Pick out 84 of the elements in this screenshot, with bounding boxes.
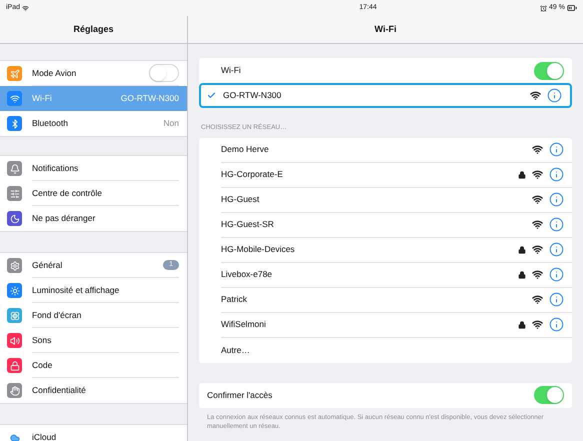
sidebar-item[interactable]: Centre de contrôle <box>0 181 187 206</box>
info-icon[interactable] <box>549 192 564 208</box>
sidebar-item[interactable]: Confidentialité <box>0 378 187 403</box>
toggle-switch[interactable] <box>149 64 179 82</box>
speaker-icon <box>7 333 22 348</box>
wifi-signal-icon <box>532 269 543 280</box>
wifi-signal-icon <box>532 169 543 180</box>
moon-icon <box>7 211 22 226</box>
network-name: HG-Guest-SR <box>221 218 275 232</box>
sidebar-label: Wi-Fi <box>32 92 53 105</box>
network-name: HG-Corporate-E <box>221 168 284 182</box>
network-name: HG-Mobile-Devices <box>221 243 296 256</box>
sidebar-item[interactable]: Fond d'écran <box>0 303 187 328</box>
sidebar-label: Notifications <box>32 162 80 174</box>
sidebar-item[interactable]: Bluetooth Non <box>0 111 187 136</box>
bluetooth-icon <box>7 116 22 131</box>
info-icon[interactable] <box>549 217 564 232</box>
network-name: Patrick <box>221 293 248 306</box>
info-icon[interactable] <box>549 292 564 308</box>
wifi-signal-icon <box>530 90 541 101</box>
wifi-signal-icon <box>532 319 543 330</box>
toggle-switch[interactable] <box>534 62 564 80</box>
wifi-signal-icon <box>532 194 543 206</box>
sidebar-label: Confidentialité <box>32 384 87 397</box>
wifi-signal-icon <box>532 294 543 306</box>
info-icon[interactable] <box>549 267 564 282</box>
wifi-signal-icon <box>532 144 543 156</box>
gear-icon <box>7 258 22 273</box>
sidebar-label: Code <box>32 358 54 372</box>
wifi-signal-icon <box>532 219 543 230</box>
flower-icon <box>7 308 22 323</box>
other-network-link[interactable]: Autre… <box>221 344 250 357</box>
info-icon[interactable] <box>547 88 562 103</box>
toggle-switch[interactable] <box>534 386 564 404</box>
checkmark-icon <box>207 91 216 100</box>
network-row[interactable]: HG-Corporate-E <box>221 162 572 188</box>
sun-icon <box>7 283 22 298</box>
network-name: HG-Guest <box>221 193 260 206</box>
sidebar-item[interactable]: Notifications <box>0 156 187 181</box>
network-name: Livebox-e78e <box>221 268 274 282</box>
sidebar-item[interactable]: iCloud <box>0 425 187 441</box>
network-row[interactable]: Demo Herve <box>221 138 572 163</box>
network-row[interactable]: HG-Guest-SR <box>221 212 572 238</box>
alarm-icon <box>540 4 548 12</box>
notifications-icon <box>7 161 22 176</box>
hand-icon <box>7 383 22 398</box>
info-icon[interactable] <box>549 142 564 158</box>
network-row[interactable]: Patrick <box>221 288 572 313</box>
sidebar-item[interactable]: Code <box>0 353 187 378</box>
wifi-label: Wi-Fi <box>221 64 242 77</box>
network-name: GO-RTW-N300 <box>223 89 282 102</box>
sidebar-label: Ne pas déranger <box>32 212 96 225</box>
network-row[interactable]: HG-Mobile-Devices <box>221 238 572 263</box>
sliders-icon <box>7 186 22 201</box>
sidebar-label: Fond d'écran <box>32 308 82 322</box>
network-row[interactable]: WifiSelmoni <box>221 312 572 338</box>
sidebar-label: Bluetooth <box>32 117 69 130</box>
info-icon[interactable] <box>549 317 564 332</box>
wifi-icon <box>22 4 30 12</box>
sidebar-value: Non <box>163 117 179 130</box>
airplane-icon <box>7 66 22 81</box>
sidebar-item[interactable]: Ne pas déranger <box>0 206 187 231</box>
connected-network-row[interactable]: GO-RTW-N300 <box>199 83 572 108</box>
network-name: Demo Herve <box>221 143 270 156</box>
sidebar-label: Général <box>32 258 64 272</box>
network-row[interactable]: Livebox-e78e <box>221 262 572 288</box>
sidebar-label: Mode Avion <box>32 66 78 80</box>
detail-title: Wi-Fi <box>374 22 396 36</box>
info-icon[interactable] <box>549 167 564 182</box>
sidebar-label: iCloud <box>32 431 58 441</box>
sidebar-label: Sons <box>32 334 52 346</box>
ask-label: Confirmer l'accès <box>207 388 274 402</box>
sidebar-item[interactable]: Luminosité et affichage <box>0 278 187 303</box>
sidebar-value: GO-RTW-N300 <box>120 92 179 105</box>
wifi-signal-icon <box>532 244 543 256</box>
wifi-icon <box>7 91 22 106</box>
sidebar-item[interactable]: Sons <box>0 328 187 353</box>
sidebar-title: Réglages <box>73 22 114 36</box>
sidebar-label: Centre de contrôle <box>32 186 103 200</box>
battery-icon <box>567 3 577 13</box>
network-name: WifiSelmoni <box>221 318 267 332</box>
sidebar-label: Luminosité et affichage <box>32 284 120 296</box>
network-row[interactable]: HG-Guest <box>221 188 572 213</box>
info-icon[interactable] <box>549 242 564 258</box>
